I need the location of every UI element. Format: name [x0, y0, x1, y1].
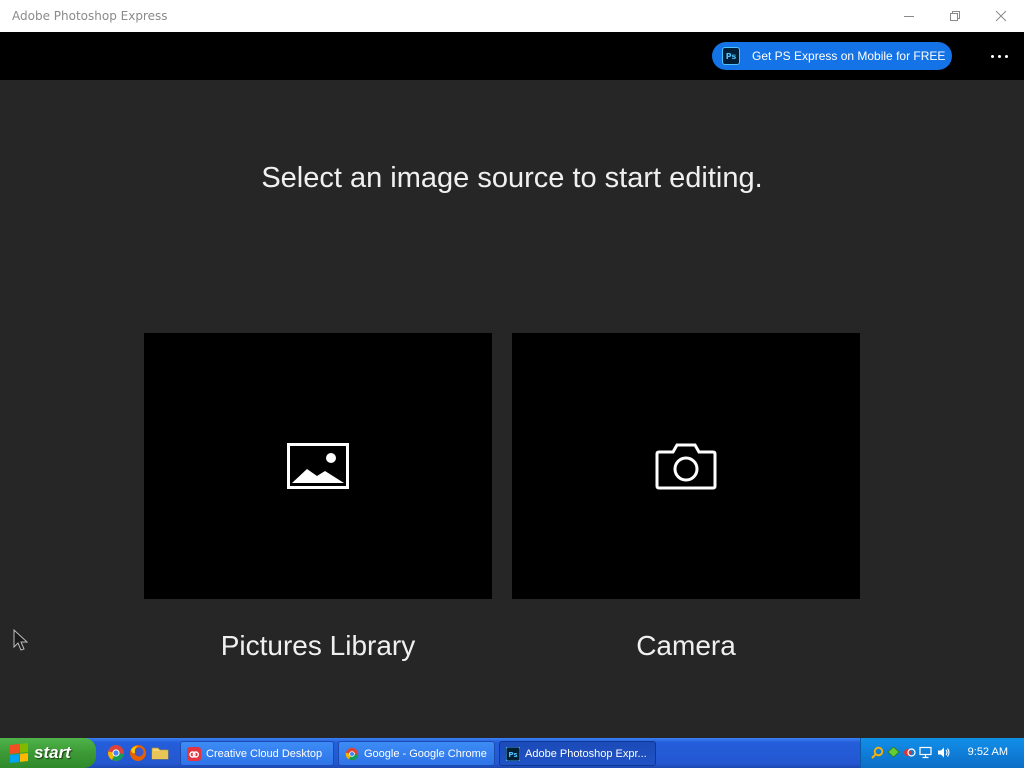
camera-tile[interactable]: [512, 333, 860, 599]
close-icon: [995, 10, 1007, 22]
task-creative-cloud[interactable]: Creative Cloud Desktop: [180, 741, 334, 766]
task-google-chrome[interactable]: Google - Google Chrome: [338, 741, 495, 766]
folder-icon[interactable]: [151, 744, 169, 762]
minimize-button[interactable]: [886, 0, 932, 32]
task-photoshop-express[interactable]: Ps Adobe Photoshop Expr...: [499, 741, 656, 766]
task-label: Adobe Photoshop Expr...: [525, 747, 647, 760]
window-title: Adobe Photoshop Express: [12, 9, 168, 23]
photoshop-express-icon: Ps: [722, 47, 740, 65]
pictures-library-label: Pictures Library: [220, 630, 416, 661]
creative-cloud-icon: [187, 746, 201, 761]
monitor-icon[interactable]: [919, 746, 932, 759]
system-tray: 9:52 AM: [860, 738, 1024, 768]
image-icon: [287, 443, 349, 489]
svg-text:Ps: Ps: [508, 751, 517, 759]
more-options-icon[interactable]: [982, 44, 1016, 68]
chrome-icon[interactable]: [107, 744, 125, 762]
pictures-library-tile[interactable]: [144, 333, 492, 599]
start-label: start: [34, 743, 71, 762]
camera-label: Camera: [636, 630, 736, 661]
camera-icon: [655, 443, 717, 490]
minimize-icon: [904, 16, 914, 17]
promo-label: Get PS Express on Mobile for FREE: [752, 49, 946, 63]
network-icon[interactable]: [887, 746, 900, 759]
get-mobile-app-button[interactable]: Ps Get PS Express on Mobile for FREE: [712, 42, 952, 70]
page-heading: Select an image source to start editing.: [261, 162, 763, 194]
mouse-cursor-icon: [13, 629, 29, 651]
restore-icon: [950, 11, 960, 21]
title-bar: Adobe Photoshop Express: [0, 0, 1024, 32]
close-button[interactable]: [978, 0, 1024, 32]
chrome-icon: [345, 747, 359, 760]
task-label: Creative Cloud Desktop: [206, 747, 323, 760]
windows-logo-icon: [10, 743, 28, 763]
photoshop-express-icon: Ps: [506, 746, 520, 761]
search-icon[interactable]: [871, 746, 884, 759]
start-button[interactable]: start: [0, 738, 96, 768]
restore-button[interactable]: [932, 0, 978, 32]
task-label: Google - Google Chrome: [364, 747, 487, 760]
clock: 9:52 AM: [967, 746, 1008, 758]
app-header: Ps Get PS Express on Mobile for FREE: [0, 32, 1024, 80]
firefox-icon[interactable]: [129, 744, 147, 762]
taskbar: start Creative Cloud Desktop Google - Go: [0, 738, 1024, 768]
volume-icon[interactable]: [937, 746, 950, 759]
security-icon[interactable]: [903, 746, 916, 759]
